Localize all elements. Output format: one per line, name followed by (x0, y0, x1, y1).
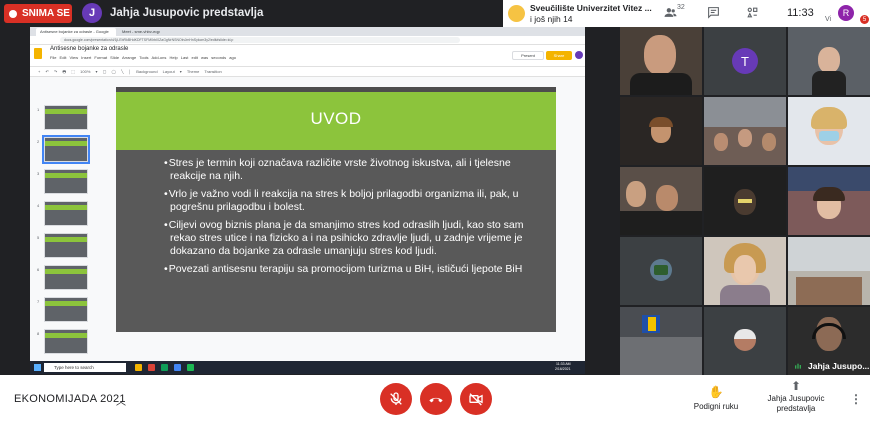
hang-up-icon (429, 397, 443, 403)
more-options-icon[interactable]: ⋮ (850, 392, 862, 406)
doc-title[interactable]: Antisesne bojanke za odrasle (50, 46, 128, 52)
slide-canvas[interactable]: UVOD Stres je termin koji označava razli… (116, 87, 556, 332)
present-button[interactable]: Present (512, 51, 544, 60)
participant-tile[interactable] (788, 27, 870, 95)
slide-thumbnail[interactable] (44, 169, 88, 194)
slides-header: Antisesne bojanke za odrasle File Edit V… (30, 45, 585, 67)
people-icon[interactable] (664, 6, 677, 19)
spotify-icon[interactable] (187, 364, 194, 371)
participant-tile[interactable]: T (704, 27, 786, 95)
participant-count: 32 (677, 4, 685, 11)
windows-taskbar: Type here to search 11:33 AM 2/16/2021 (30, 361, 585, 374)
participant-tile[interactable] (704, 237, 786, 305)
activities-icon[interactable] (746, 6, 759, 19)
slide-bullet: Stres je termin koji označava različite … (164, 157, 524, 183)
slide-thumbnails: 1 2 3 4 5 6 7 8 (36, 77, 94, 367)
browser-tab-meet[interactable]: Meet - sme-vhbv-eqp (118, 28, 178, 36)
notification-subtitle: i još njih 14 (530, 13, 573, 24)
participant-tile[interactable] (704, 167, 786, 235)
recording-badge: SNIMA SE (4, 4, 72, 23)
self-label: Vi (825, 16, 832, 23)
slide-thumbnail[interactable] (44, 233, 88, 258)
presenter-tile[interactable]: Jahja Jusupo... (788, 307, 870, 375)
participant-tile[interactable] (704, 307, 786, 375)
participant-avatar: T (732, 48, 758, 74)
leave-call-button[interactable] (420, 383, 452, 415)
taskbar-search[interactable]: Type here to search (44, 363, 126, 372)
presenter-label: Jahja Jusupovic predstavlja (110, 7, 264, 19)
slide-bullet: Povezati antisesnu terapiju sa promocijo… (164, 263, 524, 276)
camera-off-icon (469, 393, 483, 406)
organization-icon (508, 5, 525, 22)
url-field[interactable]: docs.google.com/presentation/d/1jLEbRkBH… (60, 37, 460, 43)
presenting-label: Jahja Jusupovic predstavlja (767, 394, 825, 413)
notification-title: Sveučilište Univerzitet Vitez ... (530, 2, 652, 13)
meeting-name[interactable]: EKONOMIJADA 2021 (14, 393, 126, 405)
slide-thumbnail[interactable] (44, 329, 88, 354)
slides-toolbar[interactable]: + ↶ ↷ 🖶 ⬚ 100% ▾ ▢ ◯ ╲ │ Background Layo… (30, 67, 585, 77)
explorer-icon[interactable] (135, 364, 142, 371)
slide-bullet: Vrlo je važno vodi li reakcija na stres … (164, 188, 524, 214)
doc-user-avatar[interactable] (575, 51, 583, 59)
mic-off-button[interactable] (380, 383, 412, 415)
slide-thumbnail[interactable] (44, 265, 88, 290)
notification-toast[interactable]: Sveučilište Univerzitet Vitez ... i još … (503, 0, 653, 27)
participant-tile[interactable] (704, 97, 786, 165)
meet-window: SNIMA SE J Jahja Jusupovic predstavlja S… (0, 0, 870, 425)
hand-icon: ✋ (708, 385, 724, 399)
presenting-button[interactable]: ⬆ Jahja Jusupovic predstavlja (760, 379, 832, 414)
participant-tile[interactable] (788, 167, 870, 235)
share-button[interactable]: Share (546, 51, 572, 60)
participant-tile[interactable] (620, 307, 702, 375)
browser-tab-slides[interactable]: Antisesne bojanke za odrasle - Google Sl… (36, 28, 116, 42)
record-icon (9, 9, 17, 18)
slide-bullet: Ciljevi ovog biznis plana je da smanjimo… (164, 219, 524, 258)
slide-thumbnail[interactable] (44, 297, 88, 322)
top-bar: SNIMA SE J Jahja Jusupovic predstavlja S… (0, 0, 870, 27)
notification-badge: 5 (860, 15, 869, 24)
participant-tile[interactable] (788, 237, 870, 305)
slide-thumbnail[interactable] (44, 201, 88, 226)
address-bar: docs.google.com/presentation/d/1jLEbRkBH… (30, 36, 585, 45)
slide-body: Stres je termin koji označava različite … (164, 157, 524, 281)
taskbar-date: 2/16/2021 (555, 367, 571, 371)
doc-menu-bar[interactable]: File Edit View Insert Format Slide Arran… (50, 55, 236, 60)
participant-tile[interactable] (620, 237, 702, 305)
slides-editor: 1 2 3 4 5 6 7 8 UVOD • Stres je termin k… (30, 77, 585, 388)
app-icon[interactable] (174, 364, 181, 371)
windows-start-icon[interactable] (34, 364, 41, 371)
slide-title: UVOD (310, 109, 362, 128)
chevron-up-icon[interactable]: ︿ (116, 393, 126, 408)
app-icon[interactable] (161, 364, 168, 371)
meeting-controls-bar: EKONOMIJADA 2021 ︿ ✋ Podigni ruku ⬆ Jahj… (0, 375, 870, 425)
camera-off-button[interactable] (460, 383, 492, 415)
participant-tile[interactable] (788, 97, 870, 165)
participant-grid: T Jahja Jusupo... (620, 27, 870, 375)
clock: 11:33 (787, 7, 814, 19)
raise-hand-label: Podigni ruku (693, 402, 739, 411)
present-screen-icon: ⬆ (790, 379, 802, 393)
user-avatar[interactable]: R (838, 5, 854, 21)
participant-tile[interactable] (620, 27, 702, 95)
mic-off-icon (390, 392, 402, 405)
raise-hand-button[interactable]: ✋ Podigni ruku (688, 385, 744, 411)
taskbar-clock: 11:33 AM 2/16/2021 (555, 362, 571, 372)
slide-thumbnail[interactable] (44, 105, 88, 130)
audio-level-icon (795, 363, 801, 369)
chrome-icon[interactable] (148, 364, 155, 371)
presenter-avatar: J (82, 3, 102, 23)
slide-thumbnail[interactable] (42, 135, 90, 164)
participant-tile[interactable] (620, 167, 702, 235)
recording-label: SNIMA SE (22, 8, 70, 19)
participant-tile[interactable] (620, 97, 702, 165)
chat-icon[interactable] (707, 6, 720, 19)
shared-screen: Antisesne bojanke za odrasle - Google Sl… (30, 27, 585, 388)
slides-logo-icon (34, 48, 42, 59)
presenter-tile-name: Jahja Jusupo... (808, 361, 870, 371)
browser-tab-strip: Antisesne bojanke za odrasle - Google Sl… (30, 27, 585, 42)
